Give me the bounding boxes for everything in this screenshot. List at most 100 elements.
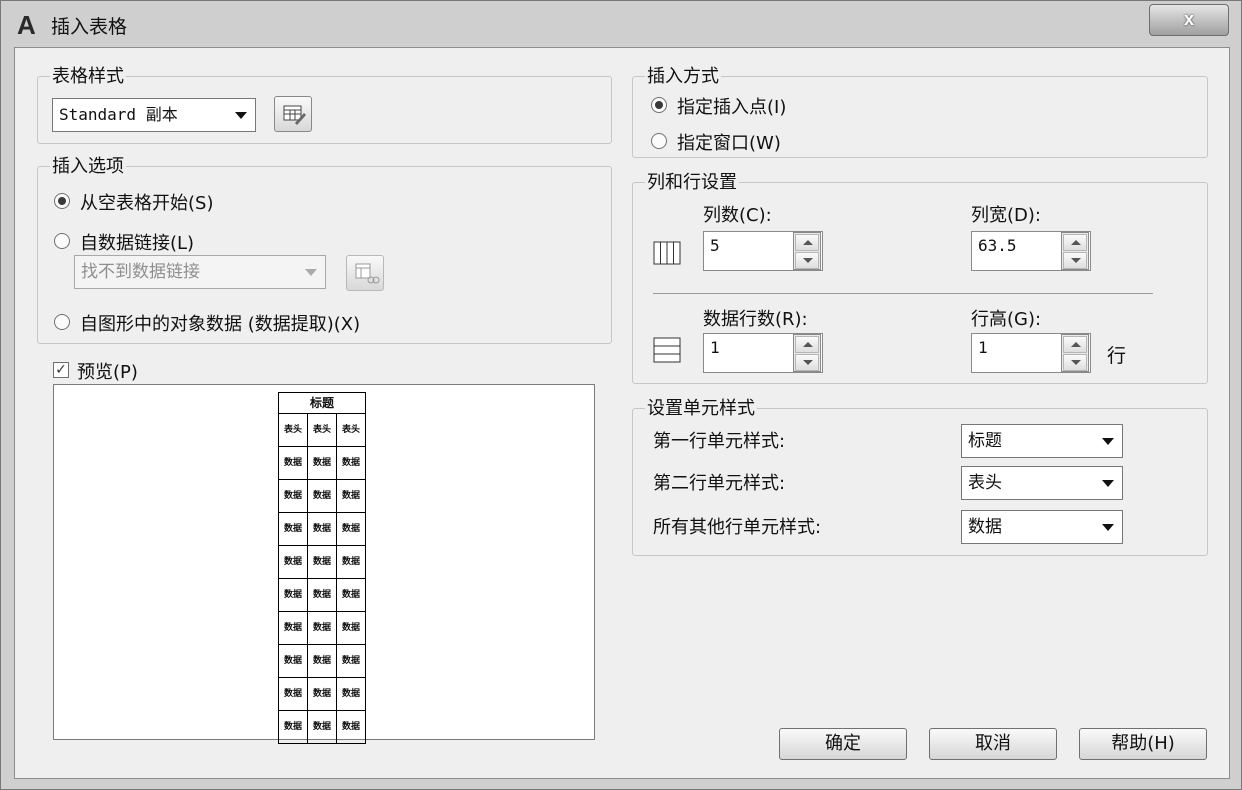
other-rows-style-select[interactable]: 数据	[961, 510, 1123, 544]
datalink-manager-icon	[355, 263, 380, 284]
table-style-select[interactable]: Standard 副本	[52, 98, 256, 132]
preview-data-cell: 数据	[278, 446, 308, 480]
columns-icon	[653, 241, 681, 265]
column-row-group: 列和行设置 列数(C): 5 列宽(D): 63.5 数据行数(R): 1 行高…	[632, 168, 1208, 384]
table-preview: 标题 表头 表头 表头 数据 数据 数据 数据 数据 数据 数据 数据 数据 数据 数据 数据 …	[53, 384, 595, 744]
preview-data-cell: 数据	[307, 644, 337, 678]
preview-data-cell: 数据	[278, 545, 308, 579]
preview-data-cell: 数据	[336, 446, 366, 480]
radio-insert-point[interactable]	[651, 97, 667, 113]
radio-data-link[interactable]	[54, 233, 70, 249]
spin-down-icon[interactable]	[1063, 354, 1087, 371]
first-row-style-label: 第一行单元样式:	[653, 431, 786, 452]
radio-insert-window[interactable]	[651, 133, 667, 149]
cell-styles-label: 设置单元样式	[645, 394, 757, 420]
data-rows-spinner[interactable]	[793, 334, 821, 372]
preview-data-cell: 数据	[336, 479, 366, 513]
spin-down-icon[interactable]	[1063, 252, 1087, 269]
data-rows-label: 数据行数(R):	[703, 309, 808, 330]
preview-data-cell: 数据	[336, 677, 366, 711]
chevron-down-icon	[1102, 438, 1114, 445]
radio-insert-point-label[interactable]: 指定插入点(I)	[677, 93, 786, 119]
ok-button[interactable]: 确定	[779, 728, 907, 760]
table-style-edit-button[interactable]	[274, 96, 312, 132]
other-rows-style-value: 数据	[968, 517, 1002, 537]
column-width-label: 列宽(D):	[971, 205, 1041, 226]
chevron-down-icon	[1102, 524, 1114, 531]
preview-table: 标题 表头 表头 表头 数据 数据 数据 数据 数据 数据 数据 数据 数据 数据 数据 数据 …	[278, 392, 366, 744]
insert-options-label: 插入选项	[50, 152, 126, 178]
other-rows-style-label: 所有其他行单元样式:	[653, 517, 822, 538]
chevron-down-icon	[235, 112, 247, 119]
spin-up-icon[interactable]	[795, 234, 819, 251]
table-style-label: 表格样式	[50, 62, 126, 88]
column-row-label: 列和行设置	[645, 168, 739, 194]
preview-data-cell: 数据	[307, 677, 337, 711]
row-height-unit: 行	[1107, 345, 1127, 367]
preview-data-cell: 数据	[278, 710, 308, 744]
table-style-group: 表格样式 Standard 副本	[37, 62, 612, 144]
preview-data-cell: 数据	[336, 611, 366, 645]
spin-down-icon[interactable]	[795, 354, 819, 371]
chevron-down-icon	[305, 269, 317, 276]
columns-label: 列数(C):	[703, 205, 772, 226]
second-row-style-value: 表头	[968, 473, 1002, 493]
table-style-value: Standard 副本	[59, 105, 178, 124]
column-width-spinner[interactable]	[1061, 232, 1089, 270]
first-row-style-select[interactable]: 标题	[961, 424, 1123, 458]
data-link-value: 找不到数据链接	[81, 262, 200, 282]
preview-data-cell: 数据	[307, 545, 337, 579]
radio-insert-window-label[interactable]: 指定窗口(W)	[677, 129, 781, 155]
radio-empty-table[interactable]	[54, 193, 70, 209]
preview-data-cell: 数据	[336, 545, 366, 579]
radio-extract-label[interactable]: 自图形中的对象数据 (数据提取)(X)	[80, 310, 360, 336]
dialog-body: 表格样式 Standard 副本 插入选项 从空表格开始(S) 自数据链接(L)…	[14, 47, 1230, 779]
preview-header-cell: 表头	[336, 413, 366, 447]
preview-data-cell: 数据	[307, 611, 337, 645]
close-button[interactable]: x	[1149, 4, 1229, 36]
preview-data-cell: 数据	[307, 710, 337, 744]
data-link-manager-button[interactable]	[346, 255, 384, 291]
preview-data-cell: 数据	[278, 677, 308, 711]
second-row-style-label: 第二行单元样式:	[653, 473, 786, 494]
second-row-style-select[interactable]: 表头	[961, 466, 1123, 500]
preview-data-cell: 数据	[307, 578, 337, 612]
preview-data-cell: 数据	[278, 512, 308, 546]
row-height-spinner[interactable]	[1061, 334, 1089, 372]
chevron-down-icon	[1102, 480, 1114, 487]
insert-method-group: 插入方式 指定插入点(I) 指定窗口(W)	[632, 62, 1208, 158]
preview-data-cell: 数据	[278, 479, 308, 513]
preview-data-cell: 数据	[307, 512, 337, 546]
preview-title-cell: 标题	[278, 392, 366, 414]
columns-spinner[interactable]	[793, 232, 821, 270]
spin-up-icon[interactable]	[795, 336, 819, 353]
spin-down-icon[interactable]	[795, 252, 819, 269]
table-style-edit-icon	[283, 105, 306, 125]
preview-data-cell: 数据	[336, 512, 366, 546]
spin-up-icon[interactable]	[1063, 234, 1087, 251]
preview-data-cell: 数据	[307, 446, 337, 480]
data-link-select[interactable]: 找不到数据链接	[74, 255, 326, 289]
cell-styles-group: 设置单元样式 第一行单元样式: 标题 第二行单元样式: 表头 所有其他行单元样式…	[632, 394, 1208, 556]
preview-data-cell: 数据	[278, 611, 308, 645]
preview-data-cell: 数据	[278, 644, 308, 678]
preview-checkbox-label[interactable]: 预览(P)	[77, 358, 138, 384]
radio-data-link-label[interactable]: 自数据链接(L)	[80, 229, 194, 255]
preview-data-cell: 数据	[336, 644, 366, 678]
help-button[interactable]: 帮助(H)	[1079, 728, 1207, 760]
preview-data-cell: 数据	[336, 578, 366, 612]
radio-extract[interactable]	[54, 314, 70, 330]
preview-data-cell: 数据	[336, 710, 366, 744]
rows-icon	[653, 337, 681, 363]
spin-up-icon[interactable]	[1063, 336, 1087, 353]
insert-method-label: 插入方式	[645, 62, 721, 88]
column-row-divider	[653, 293, 1153, 294]
preview-checkbox[interactable]: ✓	[53, 362, 69, 378]
radio-empty-table-label[interactable]: 从空表格开始(S)	[80, 189, 213, 215]
title-bar[interactable]: A 插入表格 x	[1, 1, 1241, 47]
cancel-button[interactable]: 取消	[929, 728, 1057, 760]
first-row-style-value: 标题	[968, 431, 1002, 451]
preview-data-cell: 数据	[307, 479, 337, 513]
autocad-app-icon: A	[17, 10, 36, 40]
row-height-label: 行高(G):	[971, 309, 1042, 330]
